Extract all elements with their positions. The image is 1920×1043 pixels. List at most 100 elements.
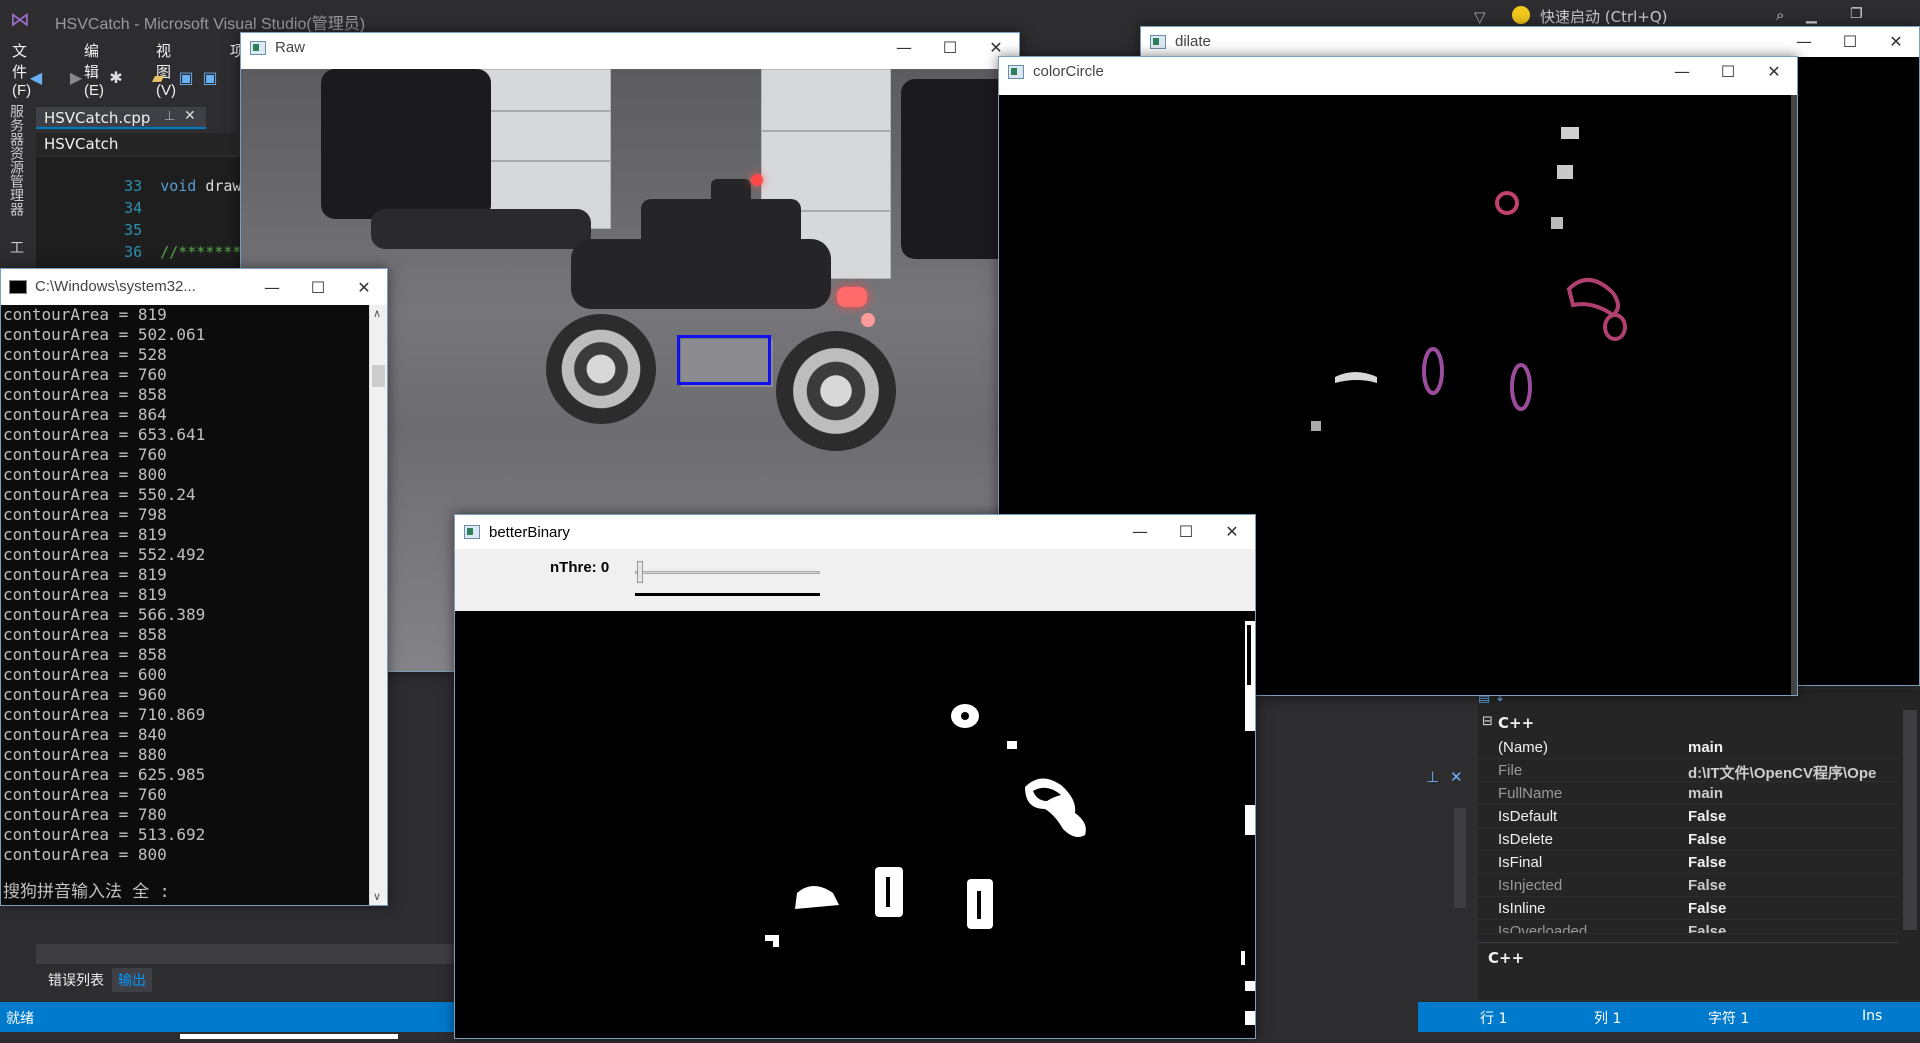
output-tab[interactable]: 输出 [112,968,152,992]
console-line: contourArea = 566.389 [3,605,206,624]
maximize-button[interactable]: ☐ [1827,27,1873,57]
console-line: contourArea = 625.985 [3,765,206,784]
property-row[interactable]: IsDelete False [1478,828,1898,851]
minimize-button[interactable]: — [881,33,927,63]
console-line: contourArea = 760 [3,445,167,464]
property-description-text: C++ [1488,949,1525,967]
save-all-icon[interactable]: ▣ [200,68,220,88]
console-line: contourArea = 864 [3,405,167,424]
pin-icon[interactable]: ⊥ [164,109,175,124]
maximize-button[interactable]: ☐ [1163,517,1209,547]
slider-track [635,571,820,574]
property-group-label: C++ [1498,714,1535,732]
status-line: 行 1 [1480,1011,1508,1027]
property-row[interactable]: FullName main [1478,782,1898,805]
property-description: C++ [1478,942,1898,992]
minimize-icon[interactable]: ▁ [1806,8,1817,24]
trackbar-panel: nThre: 0 [455,549,1255,611]
betterbinary-window[interactable]: betterBinary — ☐ ✕ nThre: 0 [454,514,1256,1039]
pin-icon[interactable]: ⊥ [1426,768,1439,786]
open-folder-icon[interactable]: ▰ [148,68,168,88]
robot-wheel [776,331,896,451]
close-button[interactable]: ✕ [1209,517,1255,547]
console-line: contourArea = 552.492 [3,545,206,564]
toolbox-tab[interactable]: 工 [6,240,26,254]
code-editor[interactable]: 33void drawB 34 35 36//******** 37 [36,157,251,283]
navigation-bar[interactable]: HSVCatch [36,133,236,155]
property-name: FullName [1498,785,1563,802]
colorcircle-title: colorCircle [1033,63,1104,80]
quick-launch-placeholder: 快速启动 (Ctrl+Q) [1540,8,1668,26]
maximize-button[interactable]: ☐ [295,273,341,303]
raw-title-bar: Raw — ☐ ✕ [241,33,1019,63]
property-value: main [1688,739,1724,756]
property-name: File [1498,762,1523,779]
side-scrollbar[interactable] [1454,808,1466,908]
robot-mount [711,179,751,219]
new-project-icon[interactable]: ✱ [106,68,126,88]
console-title: C:\Windows\system32... [35,278,196,295]
property-row[interactable]: File d:\IT文件\OpenCV程序\Ope [1478,759,1898,782]
scroll-up-icon[interactable]: ∧ [373,307,381,320]
console-line: contourArea = 528 [3,345,167,364]
minimize-button[interactable]: — [249,273,295,303]
maximize-button[interactable]: ☐ [1705,57,1751,87]
smiley-feedback-icon[interactable] [1512,6,1530,24]
console-line: contourArea = 840 [3,725,167,744]
red-led [751,174,763,186]
close-tab-icon[interactable]: ✕ [184,108,196,124]
minimize-button[interactable]: — [1781,27,1827,57]
save-icon[interactable]: ▣ [176,68,196,88]
slider-thumb[interactable] [637,561,643,583]
nthre-slider[interactable] [635,561,820,585]
console-icon [9,280,27,294]
red-armor-light [837,287,867,307]
binary-image [455,611,1255,1038]
forward-icon[interactable]: ▶ [66,68,86,88]
code-line: 34 [36,181,160,217]
properties-pane: ⊥ ✕ ▤ ↕ ⊟ C++ (Name) main File d:\IT文件\Ope… [1418,690,1920,1000]
back-icon[interactable]: ◀ [26,68,46,88]
code-comment: //******** [160,243,251,261]
collapse-icon[interactable]: ⊟ [1482,714,1493,729]
side-tool-strip: 服务器资源管理器 工 [0,100,28,260]
property-row[interactable]: IsDefault False [1478,805,1898,828]
properties-scrollbar[interactable] [1903,710,1917,930]
scroll-thumb[interactable] [372,365,385,387]
console-window[interactable]: C:\Windows\system32... — ☐ ✕ contourArea… [0,268,388,906]
console-line: contourArea = 760 [3,365,167,384]
console-line: contourArea = 710.869 [3,705,206,724]
vs-toolbar: ◀ ▶ ✱ ▰ ▣ ▣ [20,68,230,92]
taskbar-highlight [180,1034,398,1039]
console-line: contourArea = 960 [3,685,167,704]
code-keyword: void [160,177,197,195]
console-line: contourArea = 819 [3,525,167,544]
window-icon [1150,35,1166,49]
document-tab[interactable]: HSVCatch.cpp ⊥ ✕ [36,107,206,129]
close-button[interactable]: ✕ [1873,27,1919,57]
property-value: main [1688,785,1724,802]
minimize-button[interactable]: — [1117,517,1163,547]
output-scrollbar[interactable] [36,944,456,964]
scroll-down-icon[interactable]: ∨ [373,890,381,903]
console-output[interactable]: contourArea = 819 contourArea = 502.061 co… [1,305,387,905]
property-row[interactable]: (Name) main [1478,736,1898,759]
console-line: contourArea = 858 [3,645,167,664]
close-button[interactable]: ✕ [1751,57,1797,87]
restore-icon[interactable]: ❐ [1850,6,1863,22]
close-button[interactable]: ✕ [341,273,387,303]
close-icon[interactable]: ✕ [1450,768,1463,786]
console-line: contourArea = 858 [3,385,167,404]
error-list-tab[interactable]: 错误列表 [42,968,110,992]
slider-underline [635,593,820,596]
maximize-button[interactable]: ☐ [927,33,973,63]
property-row[interactable]: IsInline False [1478,897,1898,920]
server-explorer-tab[interactable]: 服务器资源管理器 [6,104,26,216]
status-column: 列 1 [1594,1011,1622,1027]
property-row[interactable]: IsInjected False [1478,874,1898,897]
property-row[interactable]: IsOverloaded False [1478,920,1898,934]
property-row[interactable]: IsFinal False [1478,851,1898,874]
minimize-button[interactable]: — [1659,57,1705,87]
console-scrollbar[interactable]: ∧ ∨ [369,305,387,905]
filter-icon[interactable]: ▽ [1474,8,1486,26]
